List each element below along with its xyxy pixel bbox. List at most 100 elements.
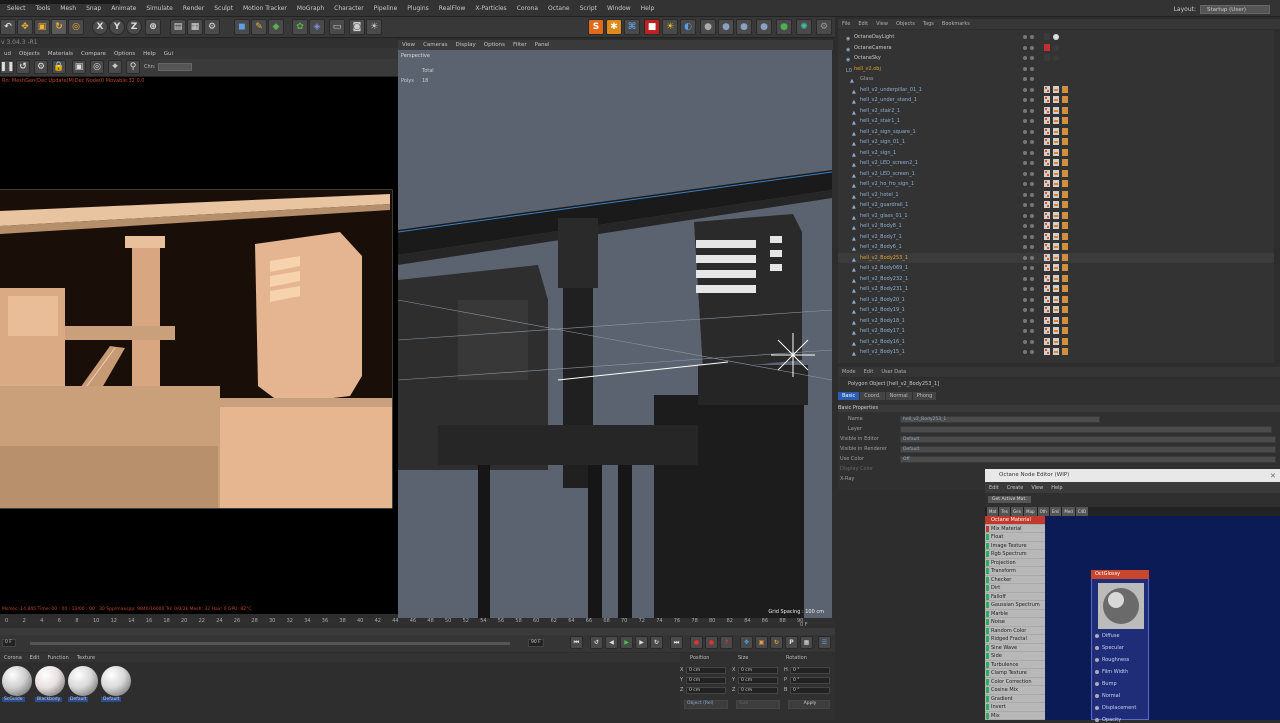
node-type-item[interactable]: Mix Material [985,525,1045,533]
visibility-dots-icon[interactable] [1022,286,1040,292]
om-menu-item[interactable]: Bookmarks [938,21,974,27]
light-icon[interactable]: ☀ [366,19,382,35]
om-menu-item[interactable]: Edit [854,21,872,27]
move-tool-icon[interactable]: ✥ [17,19,33,35]
ne-menu-item[interactable]: Help [1047,485,1066,491]
node-type-item[interactable]: Random Color [985,627,1045,635]
end-frame-field[interactable]: 90 F [528,639,544,647]
node-type-item[interactable]: Marble [985,610,1045,618]
mat-menu-item[interactable]: Edit [26,655,44,661]
array-icon[interactable]: ✿ [292,19,308,35]
node-input-pin[interactable]: Displacement [1095,705,1136,711]
node-type-item[interactable]: Clamp Texture [985,669,1045,678]
rotate-tool-icon[interactable]: ↻ [51,19,67,35]
coord-value-field[interactable]: 0 cm [686,677,726,684]
node-input-pin[interactable]: Film Width [1095,669,1128,675]
menu-item-motion-tracker[interactable]: Motion Tracker [238,5,292,12]
camera-icon[interactable]: ◙ [349,19,365,35]
node-type-item[interactable]: Sine Wave [985,644,1045,652]
node-input-pin[interactable]: Opacity [1095,717,1121,723]
menu-item-help[interactable]: Help [636,5,660,12]
mat-menu-item[interactable]: Texture [73,655,99,661]
node-type-item[interactable]: Color Correction [985,678,1045,686]
reset-icon[interactable]: ↺ [16,60,30,74]
attr-use-color-select[interactable]: Off [900,456,1276,463]
mat-menu-item[interactable]: Function [43,655,72,661]
visibility-dots-icon[interactable] [1022,97,1040,103]
lv-menu-item[interactable]: Gui [160,51,177,57]
z-axis-button[interactable]: Z [126,19,142,35]
object-row[interactable]: ▲ hell_v2_stair1_1 [838,116,1274,126]
object-row[interactable]: ▲ hell_v2_Body253_1 [838,252,1274,263]
object-row[interactable]: ▲ hell_v2_Body232_1 [838,274,1274,284]
visibility-dots-icon[interactable] [1022,87,1040,93]
node-type-item[interactable]: Rgb Spectrum [985,550,1045,559]
attr-vis-render-select[interactable]: Default [900,446,1276,453]
material-tags-icon[interactable] [1044,127,1076,136]
lv-menu-item[interactable]: Objects [15,51,44,57]
object-row[interactable]: ▲ hell_v2_hotel_1 [838,190,1274,200]
undo-icon[interactable]: ↶ [0,19,16,35]
menu-item-plugins[interactable]: Plugins [402,5,434,12]
visibility-dots-icon[interactable] [1022,276,1040,282]
object-row[interactable]: ▲ hell_v2_ho_fro_sign_1 [838,179,1274,189]
material-tags-icon[interactable] [1044,348,1076,356]
octane-tag-icon[interactable] [1044,54,1076,62]
attr-tab-basic[interactable]: Basic [838,392,860,400]
floor-icon[interactable]: ▭ [329,19,345,35]
coord-mode-select[interactable]: Object (Rel) [684,700,728,709]
object-row[interactable]: ▲ hell_v2_Body15_1 [838,347,1274,357]
node-type-item[interactable]: Cosine Mix [985,686,1045,695]
apply-button[interactable]: Apply [788,700,830,709]
get-active-material-button[interactable]: Get Active Mat. [988,496,1031,503]
material-label[interactable]: ScGuide [2,697,25,702]
render-view-icon[interactable]: ▤ [170,19,186,35]
menu-item-pipeline[interactable]: Pipeline [369,5,402,12]
node-input-pin[interactable]: Bump [1095,681,1117,687]
object-row[interactable]: ▲ hell_v2_Body19_1 [838,305,1274,315]
object-row[interactable]: ▲ hell_v2_LED_screen_1 [838,169,1274,179]
step-back-icon[interactable]: ◀ [605,636,618,649]
material-tags-icon[interactable] [1044,169,1076,178]
visibility-dots-icon[interactable] [1022,328,1040,334]
sun-icon[interactable]: ☀ [662,19,678,35]
sphere-icon-3[interactable]: ● [736,19,752,35]
om-menu-item[interactable]: View [872,21,892,27]
attr-tab-phong[interactable]: Phong [912,392,937,400]
emitter-icon[interactable]: ✺ [796,19,812,35]
coord-value-field[interactable]: 0 cm [738,677,778,684]
node-type-item[interactable]: Checker [985,576,1045,584]
material-tags-icon[interactable] [1044,190,1076,199]
lv-menu-item[interactable]: Compare [77,51,110,57]
menu-item-x-particles[interactable]: X-Particles [470,5,511,12]
menu-item-window[interactable]: Window [602,5,636,12]
node-type-item[interactable]: Ridged Fractal [985,635,1045,644]
object-row[interactable]: ▲ Glass [838,74,1274,84]
cube-icon[interactable]: ◼ [234,19,250,35]
visibility-dots-icon[interactable] [1022,255,1040,261]
material-tags-icon[interactable] [1044,85,1076,94]
material-tags-icon[interactable] [1044,211,1076,220]
menu-item-character[interactable]: Character [329,5,369,12]
param-key-icon[interactable]: P [785,636,798,649]
node-type-item[interactable]: Projection [985,559,1045,567]
om-menu-item[interactable]: File [838,21,854,27]
attr-layer-field[interactable] [900,426,1272,433]
node-type-item[interactable]: Mix [985,712,1045,720]
material-tags-icon[interactable] [1044,285,1076,293]
settings-gear-icon[interactable]: ⚙ [816,19,832,35]
octane-tag-icon[interactable] [1044,43,1076,52]
menu-item-render[interactable]: Render [178,5,209,12]
node-tab[interactable]: Med [1062,507,1075,516]
menu-item-realflow[interactable]: RealFlow [434,5,471,12]
coord-value-field[interactable]: 0 ° [790,677,830,684]
node-type-item[interactable]: Gaussian Spectrum [985,601,1045,610]
visibility-dots-icon[interactable] [1022,34,1040,40]
material-label[interactable]: Default [101,697,122,702]
visibility-dots-icon[interactable] [1022,213,1040,219]
record-icon[interactable]: ■ [644,19,660,35]
material-swatch[interactable] [101,666,131,696]
object-row[interactable]: ◉ OctaneCamera [838,43,1274,53]
close-icon[interactable]: ✕ [1270,472,1276,480]
viewport-menu-item[interactable]: Panel [531,42,554,48]
